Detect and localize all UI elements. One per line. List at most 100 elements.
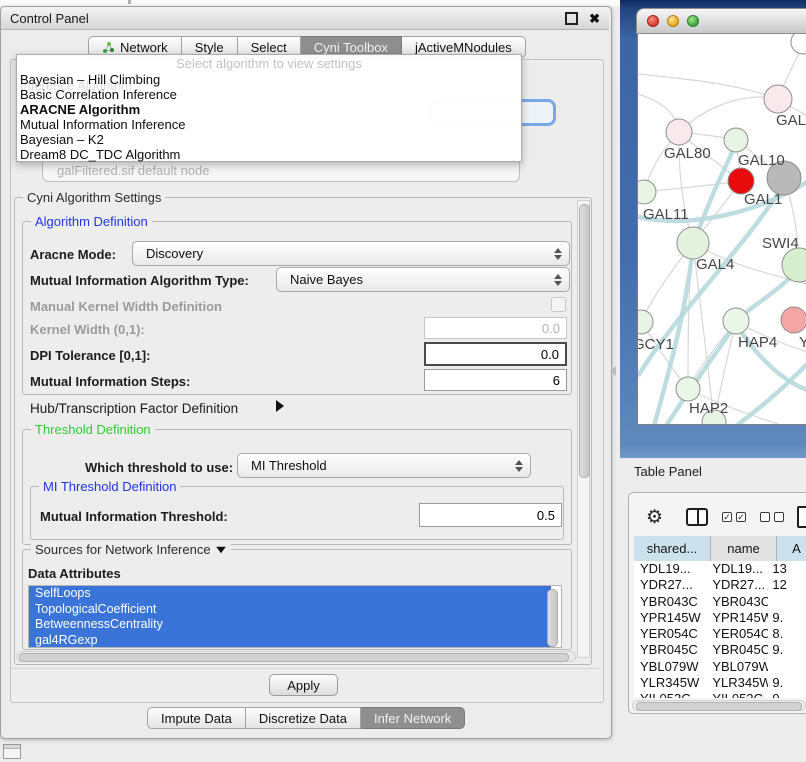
hub-definition-label: Hub/Transcription Factor Definition <box>30 401 238 416</box>
gear-icon[interactable]: ⚙ <box>646 508 663 527</box>
which-threshold-combobox[interactable]: MI Threshold <box>237 453 531 478</box>
column-header-a[interactable]: A <box>777 536 806 561</box>
table-cell: 9. <box>768 610 806 626</box>
deselect-all-checkbox-icon[interactable] <box>774 512 784 522</box>
table-row[interactable]: YLR345WYLR345W9. <box>634 675 806 691</box>
network-node-y[interactable] <box>781 307 806 333</box>
dpi-tolerance-field[interactable]: 0.0 <box>424 342 567 366</box>
network-node-gcy1[interactable] <box>638 310 653 334</box>
which-threshold-label: Which threshold to use: <box>85 460 233 475</box>
tab-label: Infer Network <box>374 711 451 726</box>
collapse-arrow-icon[interactable] <box>216 546 226 552</box>
zoom-traffic-light-icon[interactable] <box>687 15 699 27</box>
data-attributes-list[interactable]: SelfLoopsTopologicalCoefficientBetweenne… <box>28 585 562 648</box>
tab-discretize-data[interactable]: Discretize Data <box>246 707 361 729</box>
dropdown-item[interactable]: Bayesian – K2 <box>17 132 521 147</box>
sources-legend: Sources for Network Inference <box>31 542 231 557</box>
panel-splitter-handle[interactable] <box>610 366 616 376</box>
mi-steps-label: Mutual Information Steps: <box>30 374 190 389</box>
data-attribute-item[interactable]: BetweennessCentrality <box>29 617 551 633</box>
table-cell <box>768 659 806 675</box>
network-tab-icon <box>102 41 115 54</box>
kernel-width-field[interactable]: 0.0 <box>424 317 567 339</box>
table-hscrollbar-track[interactable] <box>632 700 806 711</box>
data-attribute-item[interactable]: gal4RGexp <box>29 633 551 649</box>
manual-kernel-checkbox[interactable] <box>551 297 566 312</box>
table-cell: YLR345W <box>634 675 706 691</box>
close-traffic-light-icon[interactable] <box>647 15 659 27</box>
table-row[interactable]: YIL052CYIL052C9. <box>634 691 806 698</box>
table-row[interactable]: YPR145WYPR145W9. <box>634 610 806 626</box>
network-node-swi4[interactable] <box>782 248 806 282</box>
network-node-gal10[interactable] <box>724 128 748 152</box>
network-edge <box>638 74 778 99</box>
close-icon[interactable]: ✖ <box>589 12 600 25</box>
tab-infer-network[interactable]: Infer Network <box>361 707 465 729</box>
table-cell: YDR27... <box>706 577 768 593</box>
mi-type-value: Naive Bayes <box>290 272 363 287</box>
attributes-scrollbar-thumb[interactable] <box>547 589 558 647</box>
table-cell: YPR145W <box>706 610 768 626</box>
control-panel-titlebar[interactable]: Control Panel ✖ <box>1 7 609 30</box>
deselect-all-checkbox-icon[interactable] <box>760 512 770 522</box>
select-all-checkbox-icon[interactable]: ✓ <box>736 512 746 522</box>
table-cell: YER054C <box>706 626 768 642</box>
float-window-icon[interactable] <box>565 12 578 25</box>
mi-threshold-legend: MI Threshold Definition <box>39 479 180 494</box>
data-attribute-item[interactable]: SelfLoops <box>29 586 551 602</box>
network-graph: GALGAL80GAL10GAL1GAL11GAL4SWI4HAP4YGCY1H… <box>638 34 806 424</box>
table-hscrollbar-thumb[interactable] <box>636 702 802 711</box>
dropdown-item[interactable]: ARACNE Algorithm <box>17 102 521 117</box>
node-label: GAL10 <box>738 152 785 169</box>
dropdown-placeholder: Select algorithm to view settings <box>17 56 521 72</box>
bottom-tabstrip: Impute Data Discretize Data Infer Network <box>147 707 465 729</box>
table-row[interactable]: YBL079WYBL079W <box>634 659 806 675</box>
aracne-mode-combobox[interactable]: Discovery <box>132 241 570 266</box>
column-header-name[interactable]: name <box>711 536 777 561</box>
network-node-gal4[interactable] <box>677 227 709 259</box>
network-node-gal80[interactable] <box>666 119 692 145</box>
table-row[interactable]: YBR045CYBR045C9. <box>634 642 806 658</box>
table-row[interactable]: YDL19...YDL19...13 <box>634 561 806 577</box>
table-cell <box>768 594 806 610</box>
settings-scrollbar-thumb[interactable] <box>579 204 590 478</box>
data-attribute-item[interactable]: TopologicalCoefficient <box>29 602 551 618</box>
network-node[interactable] <box>791 34 806 54</box>
cyni-settings-legend: Cyni Algorithm Settings <box>23 190 165 205</box>
table-row[interactable]: YBR043CYBR043C <box>634 594 806 610</box>
column-layout-icon[interactable] <box>686 508 708 526</box>
column-header-shared[interactable]: shared... <box>634 536 711 561</box>
network-node-hap2[interactable] <box>676 377 700 401</box>
kernel-width-label: Kernel Width (0,1): <box>30 322 145 337</box>
tab-impute-data[interactable]: Impute Data <box>147 707 246 729</box>
settings-scrollbar-track[interactable] <box>577 200 590 658</box>
minimize-traffic-light-icon[interactable] <box>667 15 679 27</box>
mi-steps-field[interactable]: 6 <box>424 369 567 391</box>
network-node-hap4[interactable] <box>723 308 749 334</box>
document-icon[interactable] <box>797 506 806 528</box>
threshold-definition-legend: Threshold Definition <box>31 422 155 437</box>
mi-threshold-field[interactable]: 0.5 <box>419 503 562 527</box>
network-view-canvas[interactable]: GALGAL80GAL10GAL1GAL11GAL4SWI4HAP4YGCY1H… <box>637 34 806 425</box>
ghost-inference-algorithm-label: Inference Algorithm <box>20 78 132 93</box>
dropdown-item[interactable]: Mutual Information Inference <box>17 117 521 132</box>
dropdown-item[interactable]: Dream8 DC_TDC Algorithm <box>17 147 521 162</box>
settings-hscrollbar-thumb[interactable] <box>19 653 569 662</box>
table-cell: 13 <box>768 561 806 577</box>
network-window-titlebar[interactable] <box>636 8 806 34</box>
settings-hscrollbar-track[interactable] <box>16 651 576 662</box>
node-label: HAP2 <box>689 400 728 417</box>
apply-button[interactable]: Apply <box>269 674 338 696</box>
select-all-checkbox-icon[interactable]: ✓ <box>722 512 732 522</box>
node-label: GAL80 <box>664 145 711 162</box>
table-row[interactable]: YER054CYER054C8. <box>634 626 806 642</box>
network-node-gal11[interactable] <box>638 180 656 204</box>
tab-label: Impute Data <box>161 711 232 726</box>
network-node-gal[interactable] <box>764 85 792 113</box>
table-row[interactable]: YDR27...YDR27...12 <box>634 577 806 593</box>
node-label: GAL1 <box>744 191 782 208</box>
expand-arrow-icon[interactable] <box>276 400 284 412</box>
docked-panel-icon[interactable] <box>3 744 21 759</box>
mi-type-combobox[interactable]: Naive Bayes <box>276 267 570 292</box>
table-panel-title: Table Panel <box>634 464 702 479</box>
